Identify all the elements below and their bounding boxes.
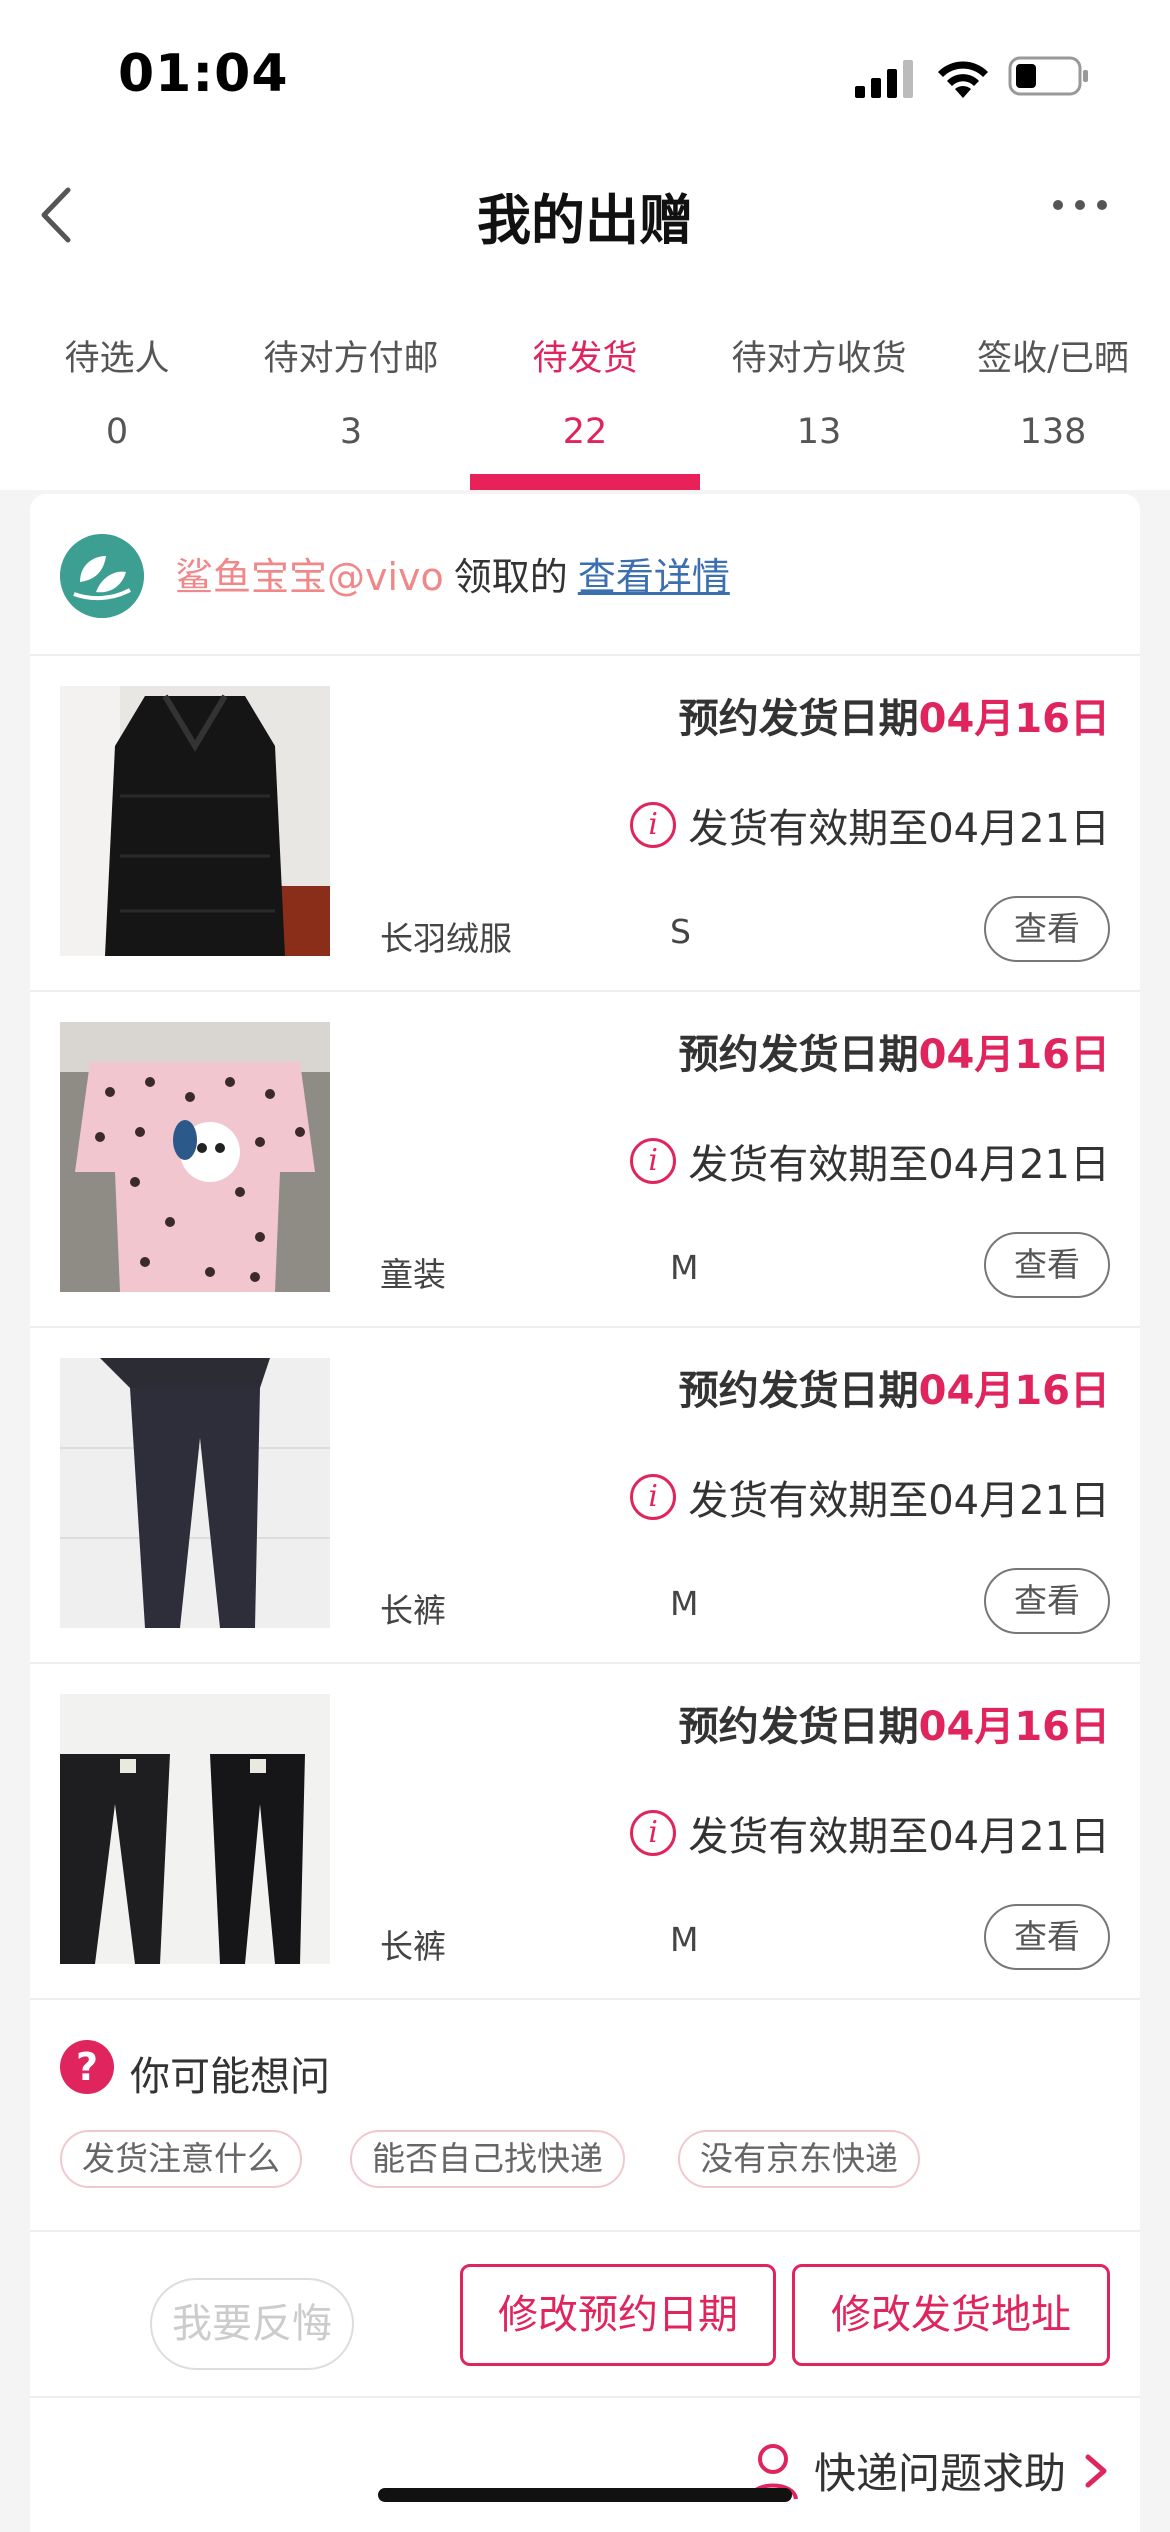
view-button[interactable]: 查看 — [984, 1232, 1110, 1298]
recipient-suffix: 领取的 — [453, 555, 568, 599]
battery-icon — [1008, 56, 1088, 96]
info-icon: i — [630, 1474, 677, 1520]
info-icon: i — [630, 1810, 677, 1856]
faq-chip[interactable]: 能否自己找快递 — [350, 2130, 625, 2188]
item-photo-pants[interactable] — [60, 1358, 330, 1628]
list-item: 预约发货日期04月16日 i 发货有效期至04月21日 长羽绒服 S 查看 — [30, 656, 1140, 992]
shipping-help-label: 快递问题求助 — [813, 2449, 1066, 2498]
faq-title: 你可能想问 — [130, 2054, 330, 2100]
item-photo-coat[interactable] — [60, 686, 330, 956]
item-name: 长裤 — [380, 1927, 446, 1966]
regret-button[interactable]: 我要反悔 — [150, 2278, 354, 2370]
leaf-logo-icon — [60, 534, 144, 618]
shipping-deadline: i 发货有效期至04月21日 — [630, 1804, 1110, 1862]
scheduled-date-value: 04月16日 — [918, 696, 1110, 742]
shipping-deadline-text: 发货有效期至04月21日 — [688, 806, 1110, 852]
item-size: M — [670, 1248, 699, 1287]
scheduled-date-label: 预约发货日期 — [678, 1368, 919, 1414]
faq-section: ? 你可能想问 发货注意什么 能否自己找快递 没有京东快递 — [30, 2000, 1140, 2232]
item-name: 长羽绒服 — [380, 919, 512, 958]
action-bar: 我要反悔 修改预约日期 修改发货地址 — [30, 2234, 1140, 2398]
list-item: 预约发货日期04月16日 i 发货有效期至04月21日 长裤 M 查看 — [30, 1328, 1140, 1664]
tab-count: 138 — [1019, 412, 1087, 452]
home-indicator[interactable] — [378, 2488, 792, 2502]
tab-count: 0 — [105, 412, 129, 452]
order-card: 鲨鱼宝宝@vivo 领取的 查看详情 预约发货日期04月16日 i 发货有效期至04月… — [30, 494, 1140, 2532]
view-button[interactable]: 查看 — [984, 1568, 1110, 1634]
scheduled-date: 预约发货日期04月16日 — [679, 1694, 1110, 1752]
tab-label: 待对方收货 — [731, 339, 907, 379]
status-tabs: 待选人 0 待对方付邮 3 待发货 22 待对方收货 13 签收/已晒 138 — [0, 290, 1170, 490]
status-time: 01:04 — [118, 44, 289, 104]
recipient-text: 鲨鱼宝宝@vivo 领取的 查看详情 — [175, 546, 730, 601]
recipient-row: 鲨鱼宝宝@vivo 领取的 查看详情 — [30, 494, 1140, 656]
scheduled-date-value: 04月16日 — [918, 1704, 1110, 1750]
item-size: M — [670, 1584, 699, 1623]
kids-outfit-image — [60, 1022, 330, 1292]
tab-label: 签收/已晒 — [977, 339, 1129, 379]
view-details-link[interactable]: 查看详情 — [578, 555, 730, 599]
tab-received[interactable]: 签收/已晒 138 — [936, 290, 1170, 490]
shipping-deadline: i 发货有效期至04月21日 — [630, 1132, 1110, 1190]
faq-chip[interactable]: 没有京东快递 — [678, 2130, 920, 2188]
change-address-button[interactable]: 修改发货地址 — [792, 2264, 1110, 2366]
status-bar: 01:04 — [0, 0, 1170, 150]
item-photo-kids-outfit[interactable] — [60, 1022, 330, 1292]
nav-bar: 我的出赠 — [0, 150, 1170, 290]
tab-pending-shipment[interactable]: 待发货 22 — [468, 290, 702, 490]
more-options-icon[interactable] — [1050, 195, 1110, 215]
item-photo-leggings[interactable] — [60, 1694, 330, 1964]
wifi-icon — [938, 61, 988, 98]
recipient-name[interactable]: 鲨鱼宝宝@vivo — [175, 555, 444, 599]
chevron-right-icon — [1085, 2454, 1107, 2487]
leggings-image — [60, 1694, 330, 1964]
info-icon: i — [630, 802, 677, 848]
tab-pending-selection[interactable]: 待选人 0 — [0, 290, 234, 490]
item-size: M — [670, 1920, 699, 1959]
cellular-signal-icon — [855, 60, 913, 98]
scheduled-date: 预约发货日期04月16日 — [679, 1022, 1110, 1080]
scheduled-date-value: 04月16日 — [918, 1032, 1110, 1078]
shipping-deadline: i 发货有效期至04月21日 — [630, 1468, 1110, 1526]
shipping-help-link[interactable]: 快递问题求助 — [746, 2440, 1110, 2501]
list-item: 预约发货日期04月16日 i 发货有效期至04月21日 童装 M 查看 — [30, 992, 1140, 1328]
shipping-deadline-text: 发货有效期至04月21日 — [688, 1478, 1110, 1524]
tab-label: 待选人 — [64, 339, 170, 379]
avatar[interactable] — [60, 534, 144, 618]
tab-label: 待对方付邮 — [263, 339, 439, 379]
tab-pending-receipt[interactable]: 待对方收货 13 — [702, 290, 936, 490]
list-item: 预约发货日期04月16日 i 发货有效期至04月21日 长裤 M 查看 — [30, 1664, 1140, 2000]
shipping-deadline-text: 发货有效期至04月21日 — [688, 1142, 1110, 1188]
change-date-button[interactable]: 修改预约日期 — [460, 2264, 776, 2366]
item-size: S — [670, 912, 691, 951]
tab-indicator — [470, 474, 700, 490]
tab-label: 待发货 — [532, 339, 638, 379]
scheduled-date-label: 预约发货日期 — [678, 1704, 919, 1750]
scheduled-date: 预约发货日期04月16日 — [679, 1358, 1110, 1416]
shipping-deadline-text: 发货有效期至04月21日 — [688, 1814, 1110, 1860]
view-button[interactable]: 查看 — [984, 896, 1110, 962]
tab-pending-postage[interactable]: 待对方付邮 3 — [234, 290, 468, 490]
scheduled-date-value: 04月16日 — [918, 1368, 1110, 1414]
scheduled-date-label: 预约发货日期 — [678, 696, 919, 742]
tab-count: 13 — [796, 412, 842, 452]
scheduled-date-label: 预约发货日期 — [678, 1032, 919, 1078]
shipping-deadline: i 发货有效期至04月21日 — [630, 796, 1110, 854]
page-title: 我的出赠 — [477, 189, 693, 252]
item-name: 童装 — [380, 1255, 446, 1294]
view-button[interactable]: 查看 — [984, 1904, 1110, 1970]
scheduled-date: 预约发货日期04月16日 — [679, 686, 1110, 744]
faq-chip[interactable]: 发货注意什么 — [60, 2130, 302, 2188]
coat-image — [60, 686, 330, 956]
tab-count: 22 — [562, 412, 608, 452]
pants-image — [60, 1358, 330, 1628]
item-name: 长裤 — [380, 1591, 446, 1630]
info-icon: i — [630, 1138, 677, 1184]
tab-count: 3 — [339, 412, 363, 452]
question-icon: ? — [60, 2040, 114, 2094]
